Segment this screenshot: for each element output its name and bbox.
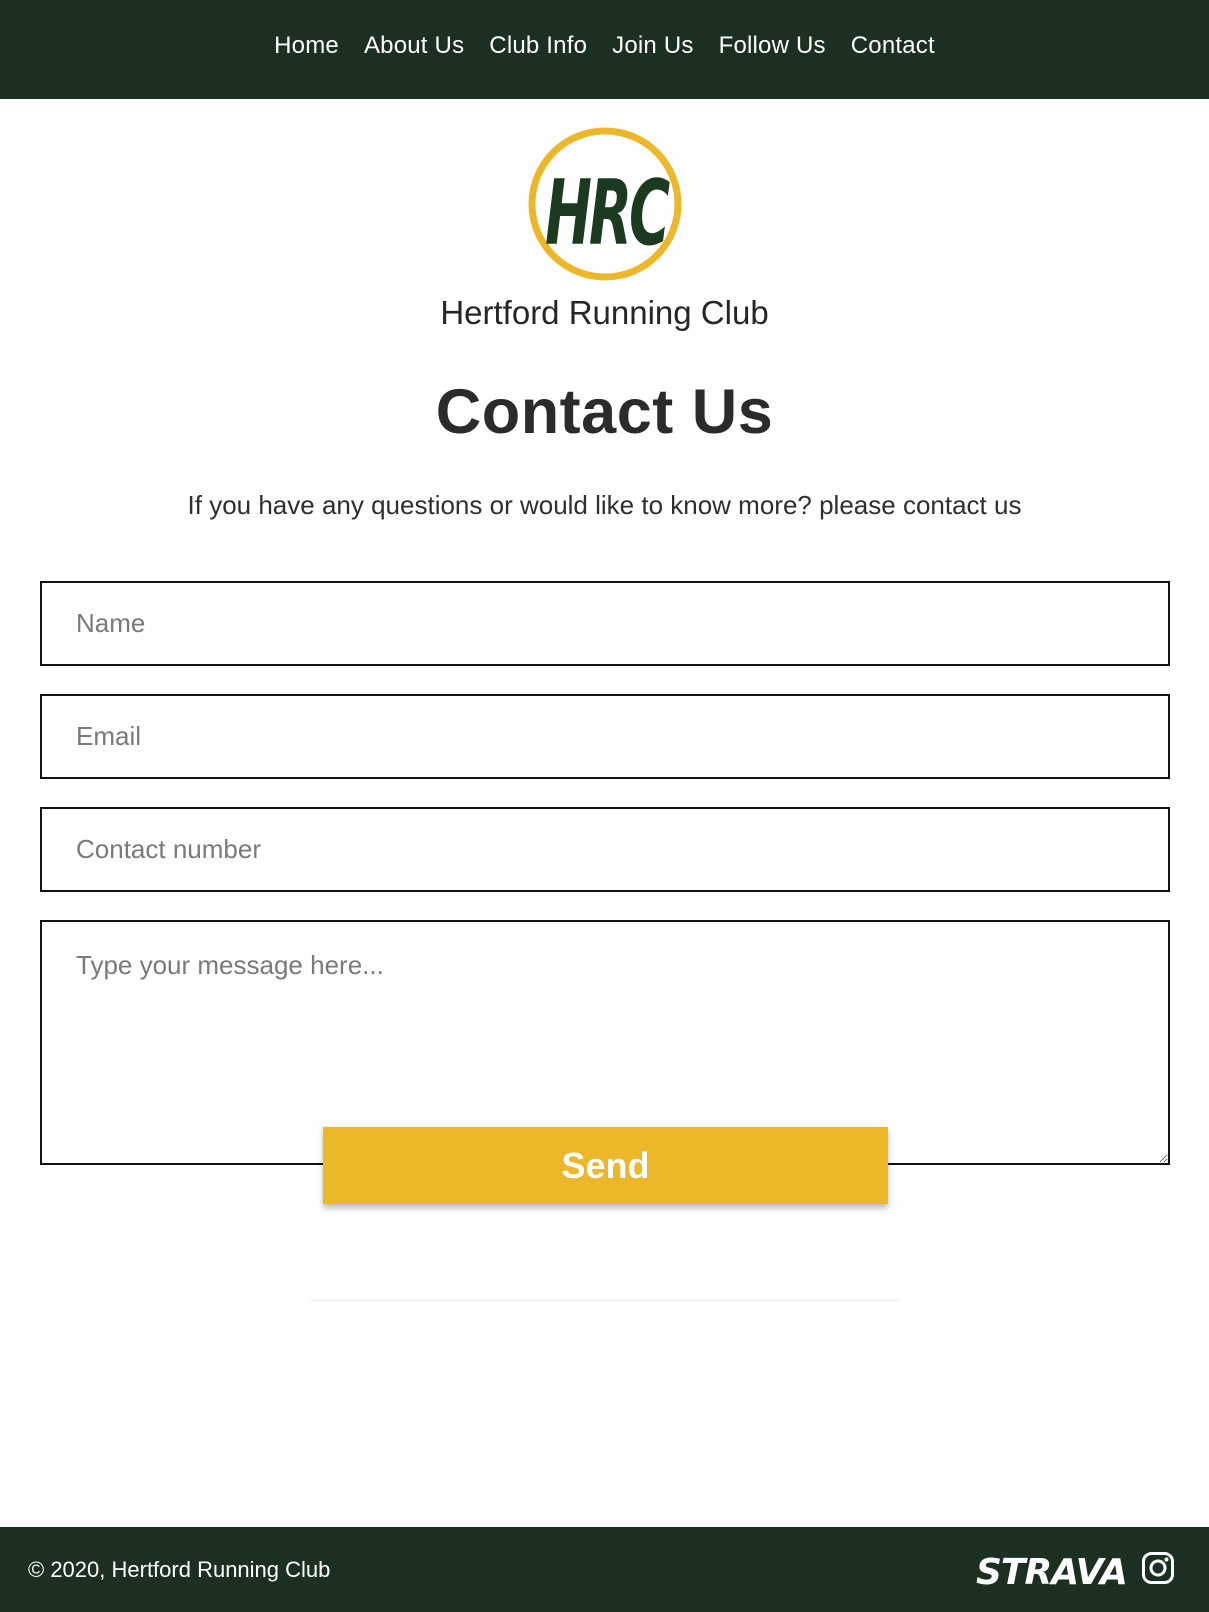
club-name: Hertford Running Club [440, 294, 769, 331]
nav-item-contact[interactable]: Contact [851, 32, 935, 59]
nav-menu: Home About Us Club Info Join Us Follow U… [274, 32, 935, 60]
email-field[interactable] [40, 694, 1170, 779]
intro-text: If you have any questions or would like … [187, 490, 1022, 520]
footer: © 2020, Hertford Running Club STRAVA [0, 1527, 1209, 1612]
nav-item-home[interactable]: Home [274, 32, 339, 59]
logo-monogram: HRC [544, 160, 669, 266]
send-button[interactable]: Send [323, 1127, 888, 1204]
section-divider [310, 1300, 900, 1301]
copyright-text: © 2020, Hertford Running Club [28, 1557, 331, 1582]
instagram-icon[interactable] [1141, 1551, 1175, 1590]
instagram-glyph [1142, 1552, 1174, 1584]
strava-logo[interactable]: STRAVA [976, 1552, 1128, 1593]
club-logo[interactable]: HRC [0, 126, 1209, 282]
nav-item-about-us[interactable]: About Us [364, 32, 464, 59]
page-title: Contact Us [435, 377, 774, 447]
name-field[interactable] [40, 581, 1170, 666]
top-navigation: Home About Us Club Info Join Us Follow U… [0, 0, 1209, 99]
nav-item-follow-us[interactable]: Follow Us [719, 32, 826, 59]
nav-item-club-info[interactable]: Club Info [489, 32, 587, 59]
contact-number-field[interactable] [40, 807, 1170, 892]
hrc-logo-icon: HRC [528, 127, 681, 281]
nav-item-join-us[interactable]: Join Us [612, 32, 693, 59]
